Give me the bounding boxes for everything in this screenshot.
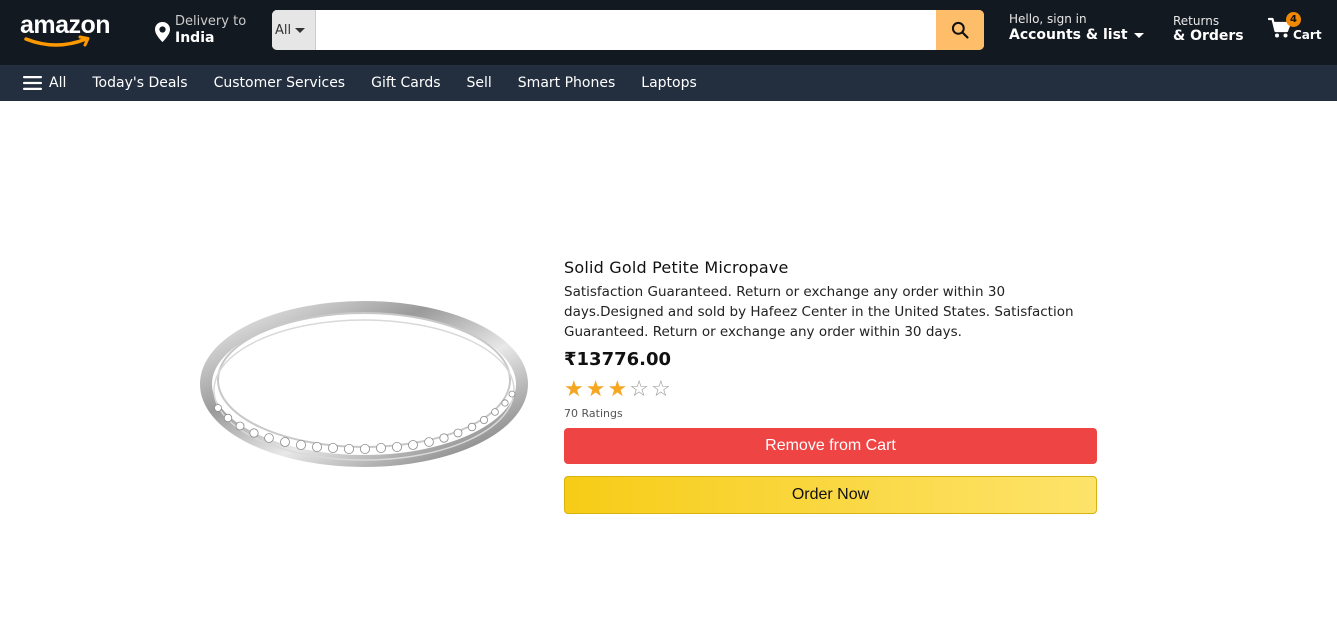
nav-all-menu[interactable]: All bbox=[23, 75, 66, 91]
nav-item-laptops[interactable]: Laptops bbox=[641, 75, 697, 91]
logo-smile-icon bbox=[24, 35, 90, 47]
search-category-select[interactable]: All bbox=[272, 10, 316, 50]
top-header: amazon Delivery to India All Hello, sign… bbox=[0, 0, 1337, 65]
account-label: Accounts & list bbox=[1009, 27, 1128, 43]
star-empty-icon: ☆ bbox=[650, 377, 671, 402]
caret-down-icon bbox=[295, 27, 306, 33]
amazon-logo[interactable]: amazon bbox=[20, 11, 118, 51]
caret-down-icon bbox=[1133, 32, 1144, 38]
product-image bbox=[200, 300, 530, 470]
account-label-row: Accounts & list bbox=[1009, 27, 1144, 43]
order-now-button[interactable]: Order Now bbox=[564, 476, 1097, 514]
orders-label: & Orders bbox=[1173, 28, 1244, 44]
star-rating: ★ ★ ★ ☆ ☆ bbox=[564, 378, 1097, 402]
star-filled-icon: ★ bbox=[607, 377, 628, 402]
search-input[interactable] bbox=[316, 10, 936, 50]
nav-item-customer-services[interactable]: Customer Services bbox=[214, 75, 346, 91]
product-title: Solid Gold Petite Micropave bbox=[564, 258, 789, 277]
hamburger-menu-icon bbox=[23, 76, 42, 90]
cart-button[interactable]: 4 Cart bbox=[1268, 12, 1328, 48]
ring-image bbox=[200, 301, 528, 467]
returns-label: Returns bbox=[1173, 14, 1220, 28]
star-filled-icon: ★ bbox=[564, 377, 584, 402]
account-menu[interactable]: Hello, sign in Accounts & list bbox=[1009, 12, 1144, 43]
cart-count-badge: 4 bbox=[1286, 12, 1301, 27]
nav-item-todays-deals[interactable]: Today's Deals bbox=[92, 75, 187, 91]
remove-from-cart-button[interactable]: Remove from Cart bbox=[564, 428, 1097, 464]
delivery-label: Delivery to bbox=[175, 14, 247, 29]
nav-bar: All Today's Deals Customer Services Gift… bbox=[0, 65, 1337, 101]
nav-item-smart-phones[interactable]: Smart Phones bbox=[518, 75, 615, 91]
nav-item-gift-cards[interactable]: Gift Cards bbox=[371, 75, 440, 91]
search-category-label: All bbox=[275, 22, 292, 38]
product-price: ₹13776.00 bbox=[564, 349, 672, 370]
location-pin-icon bbox=[155, 22, 170, 42]
product-details: Solid Gold Petite Micropave Satisfaction… bbox=[564, 257, 1097, 514]
cart-label: Cart bbox=[1293, 28, 1322, 42]
star-empty-icon: ☆ bbox=[629, 377, 649, 402]
returns-orders-link[interactable]: Returns & Orders bbox=[1173, 14, 1244, 44]
ratings-count: 70 Ratings bbox=[564, 407, 623, 420]
product-description: Satisfaction Guaranteed. Return or excha… bbox=[564, 284, 1074, 340]
delivery-country: India bbox=[175, 30, 215, 46]
search-icon bbox=[951, 21, 969, 39]
star-filled-icon: ★ bbox=[585, 377, 606, 402]
search-button[interactable] bbox=[936, 10, 984, 50]
nav-item-sell[interactable]: Sell bbox=[467, 75, 492, 91]
nav-all-label: All bbox=[49, 75, 67, 91]
account-greeting: Hello, sign in bbox=[1009, 12, 1087, 26]
search-bar: All bbox=[272, 10, 984, 50]
